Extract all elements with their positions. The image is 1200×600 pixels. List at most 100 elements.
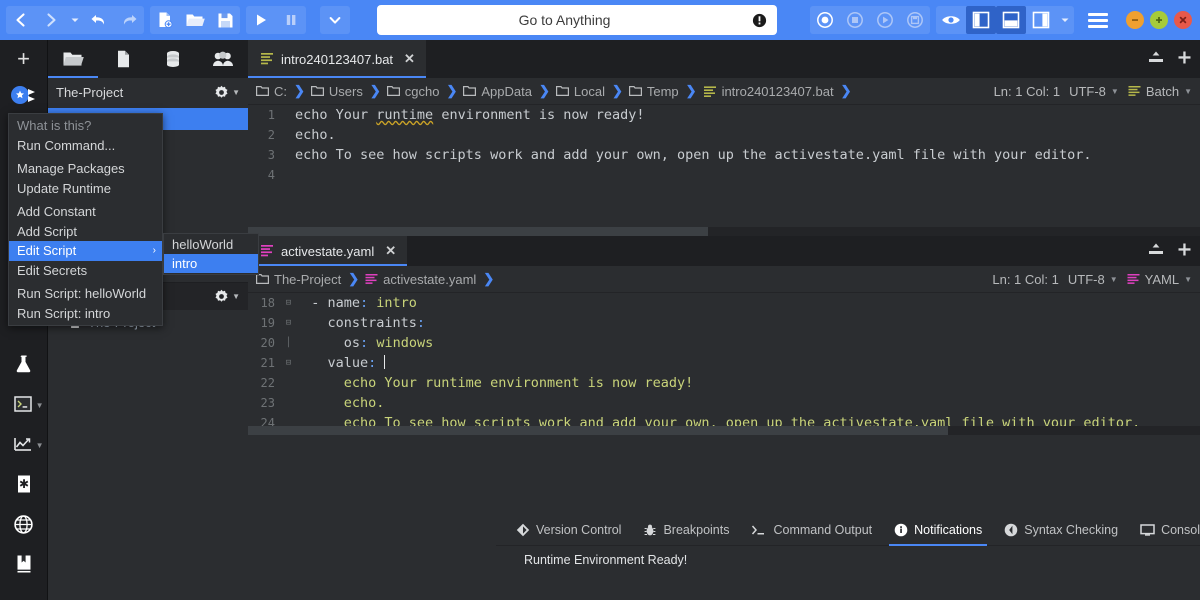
breadcrumb-item-c[interactable]: C: ❯ <box>256 83 309 99</box>
more-dropdown-button[interactable] <box>320 6 350 34</box>
chevron-down-icon[interactable]: ▼ <box>232 88 240 97</box>
submenu-item-intro[interactable]: intro <box>164 254 258 273</box>
breadcrumb-item-users[interactable]: Users ❯ <box>310 83 385 99</box>
new-tab-button[interactable] <box>1177 50 1192 68</box>
line-number: 19 <box>260 316 275 330</box>
rail-icon-web[interactable] <box>0 504 48 544</box>
start-recording-button[interactable] <box>810 6 840 34</box>
rail-icon-terminal[interactable]: ▼ <box>0 384 48 424</box>
fold-marker[interactable]: ⊟ <box>282 298 295 308</box>
close-tab-button[interactable]: ✕ <box>404 51 415 67</box>
back-button[interactable] <box>6 6 36 34</box>
editor-bottom-tabstrip: activestate.yaml ✕ <box>248 236 1200 266</box>
editor-tab-intro-bat[interactable]: intro240123407.bat ✕ <box>248 40 426 78</box>
menu-item-run-command[interactable]: Run Command... <box>9 136 162 156</box>
project-settings-button[interactable]: ▼ <box>214 85 240 100</box>
toggle-preview-icon[interactable] <box>936 6 966 34</box>
rail-icon-unit-testing[interactable] <box>0 344 48 384</box>
submenu-item-helloworld[interactable]: helloWorld <box>164 235 258 254</box>
scrollbar-thumb[interactable] <box>248 426 948 435</box>
breadcrumb-item-activestate-yaml[interactable]: activestate.yaml ❯ <box>365 271 498 287</box>
projects-pane-settings-button[interactable]: ▼ <box>214 289 240 304</box>
menu-item-run-script-intro[interactable]: Run Script: intro <box>9 304 162 324</box>
layout-left-pane-button[interactable] <box>966 6 996 34</box>
nav-dropdown-button[interactable] <box>66 6 84 34</box>
editor-bottom-code[interactable]: 18 ⊟ - name: intro 19 ⊟ constraints: 20 … <box>248 293 1200 435</box>
play-macro-button[interactable] <box>870 6 900 34</box>
tab-notifications[interactable]: Notifications <box>883 515 993 546</box>
editor-top-hscrollbar[interactable] <box>248 227 1200 236</box>
menu-item-manage-packages[interactable]: Manage Packages <box>9 159 162 179</box>
menu-item-add-script[interactable]: Add Script <box>9 222 162 242</box>
split-view-button[interactable] <box>1147 242 1165 260</box>
tab-breakpoints[interactable]: Breakpoints <box>632 515 740 546</box>
record-dot-icon <box>817 12 833 28</box>
more-chevron[interactable] <box>320 6 350 34</box>
language-selector[interactable]: YAML ▼ <box>1127 272 1192 287</box>
fold-marker[interactable]: ⊟ <box>282 358 295 368</box>
encoding-selector[interactable]: UTF-8 ▼ <box>1069 84 1119 99</box>
save-macro-button[interactable] <box>900 6 930 34</box>
layout-bottom-pane-button[interactable] <box>996 6 1026 34</box>
editor-tab-activestate-yaml[interactable]: activestate.yaml ✕ <box>248 236 408 266</box>
breadcrumb-item-local[interactable]: Local ❯ <box>555 83 627 99</box>
editor-bottom-hscrollbar[interactable] <box>248 426 1200 435</box>
language-selector[interactable]: Batch ▼ <box>1128 84 1192 99</box>
stop-recording-button[interactable] <box>840 6 870 34</box>
chevron-down-icon[interactable]: ▼ <box>232 292 240 301</box>
project-dropdown-header[interactable]: The-Project ▼ <box>48 78 248 106</box>
tab-syntax-checking[interactable]: Syntax Checking <box>993 515 1129 546</box>
menu-item-run-script-helloworld[interactable]: Run Script: helloWorld <box>9 284 162 304</box>
new-tab-button[interactable] <box>1177 242 1192 260</box>
breadcrumb-item-appdata[interactable]: AppData ❯ <box>463 83 554 99</box>
tab-version-control[interactable]: Version Control <box>505 515 632 546</box>
panel-tab-places[interactable] <box>48 40 98 78</box>
tab-command-output[interactable]: Command Output <box>740 515 883 546</box>
run-button[interactable] <box>246 6 276 34</box>
new-file-button[interactable] <box>150 6 180 34</box>
open-file-button[interactable] <box>180 6 210 34</box>
menu-item-edit-script[interactable]: Edit Script › <box>9 241 162 261</box>
split-view-button[interactable] <box>1147 50 1165 68</box>
editor-top-code[interactable]: 1 echo Your runtime environment is now r… <box>248 105 1200 236</box>
breadcrumb-item-temp[interactable]: Temp ❯ <box>628 83 701 99</box>
breadcrumb-item-file[interactable]: intro240123407.bat ❯ <box>703 83 856 99</box>
tab-console[interactable]: Console <box>1129 515 1200 546</box>
menu-item-update-runtime[interactable]: Update Runtime <box>9 179 162 199</box>
main-menu-button[interactable] <box>1088 12 1108 28</box>
go-to-anything-input[interactable]: Go to Anything <box>377 5 777 35</box>
redo-button[interactable] <box>114 6 144 34</box>
close-window-button[interactable] <box>1174 11 1192 29</box>
info-icon[interactable] <box>752 13 767 28</box>
panel-tab-dbexplorer[interactable] <box>148 40 198 78</box>
menu-item-edit-secrets[interactable]: Edit Secrets <box>9 261 162 281</box>
chevron-down-icon[interactable]: ▼ <box>36 401 44 410</box>
menu-item-what-is-this[interactable]: What is this? <box>9 116 162 136</box>
layout-right-pane-button[interactable] <box>1026 6 1056 34</box>
layout-dropdown-button[interactable] <box>1056 6 1074 34</box>
redo-icon <box>123 15 137 25</box>
fold-marker[interactable]: ⊟ <box>282 318 295 328</box>
rail-icon-state-badge[interactable] <box>0 78 48 112</box>
minimize-window-button[interactable] <box>1126 11 1144 29</box>
pause-button[interactable] <box>276 6 306 34</box>
close-tab-button[interactable]: ✕ <box>385 243 396 259</box>
encoding-selector[interactable]: UTF-8 ▼ <box>1068 272 1118 287</box>
panel-tab-open-files[interactable] <box>98 40 148 78</box>
fold-marker[interactable]: │ <box>282 338 295 348</box>
save-file-button[interactable] <box>210 6 240 34</box>
breadcrumb-item-project[interactable]: The-Project ❯ <box>256 271 363 287</box>
rail-icon-snippets[interactable]: ✱ <box>0 464 48 504</box>
chevron-down-icon[interactable]: ▼ <box>36 441 44 450</box>
notification-row[interactable]: Runtime Environment Ready! state 4:04:07… <box>496 546 1200 574</box>
panel-tab-collaboration[interactable] <box>198 40 248 78</box>
rail-icon-bookmarks[interactable] <box>0 544 48 584</box>
forward-button[interactable] <box>36 6 66 34</box>
rail-add-button[interactable]: + <box>0 40 48 78</box>
scrollbar-thumb[interactable] <box>248 227 708 236</box>
menu-item-add-constant[interactable]: Add Constant <box>9 202 162 222</box>
rail-icon-analytics[interactable]: ▼ <box>0 424 48 464</box>
breadcrumb-item-cgcho[interactable]: cgcho ❯ <box>386 83 462 99</box>
maximize-window-button[interactable] <box>1150 11 1168 29</box>
undo-button[interactable] <box>84 6 114 34</box>
